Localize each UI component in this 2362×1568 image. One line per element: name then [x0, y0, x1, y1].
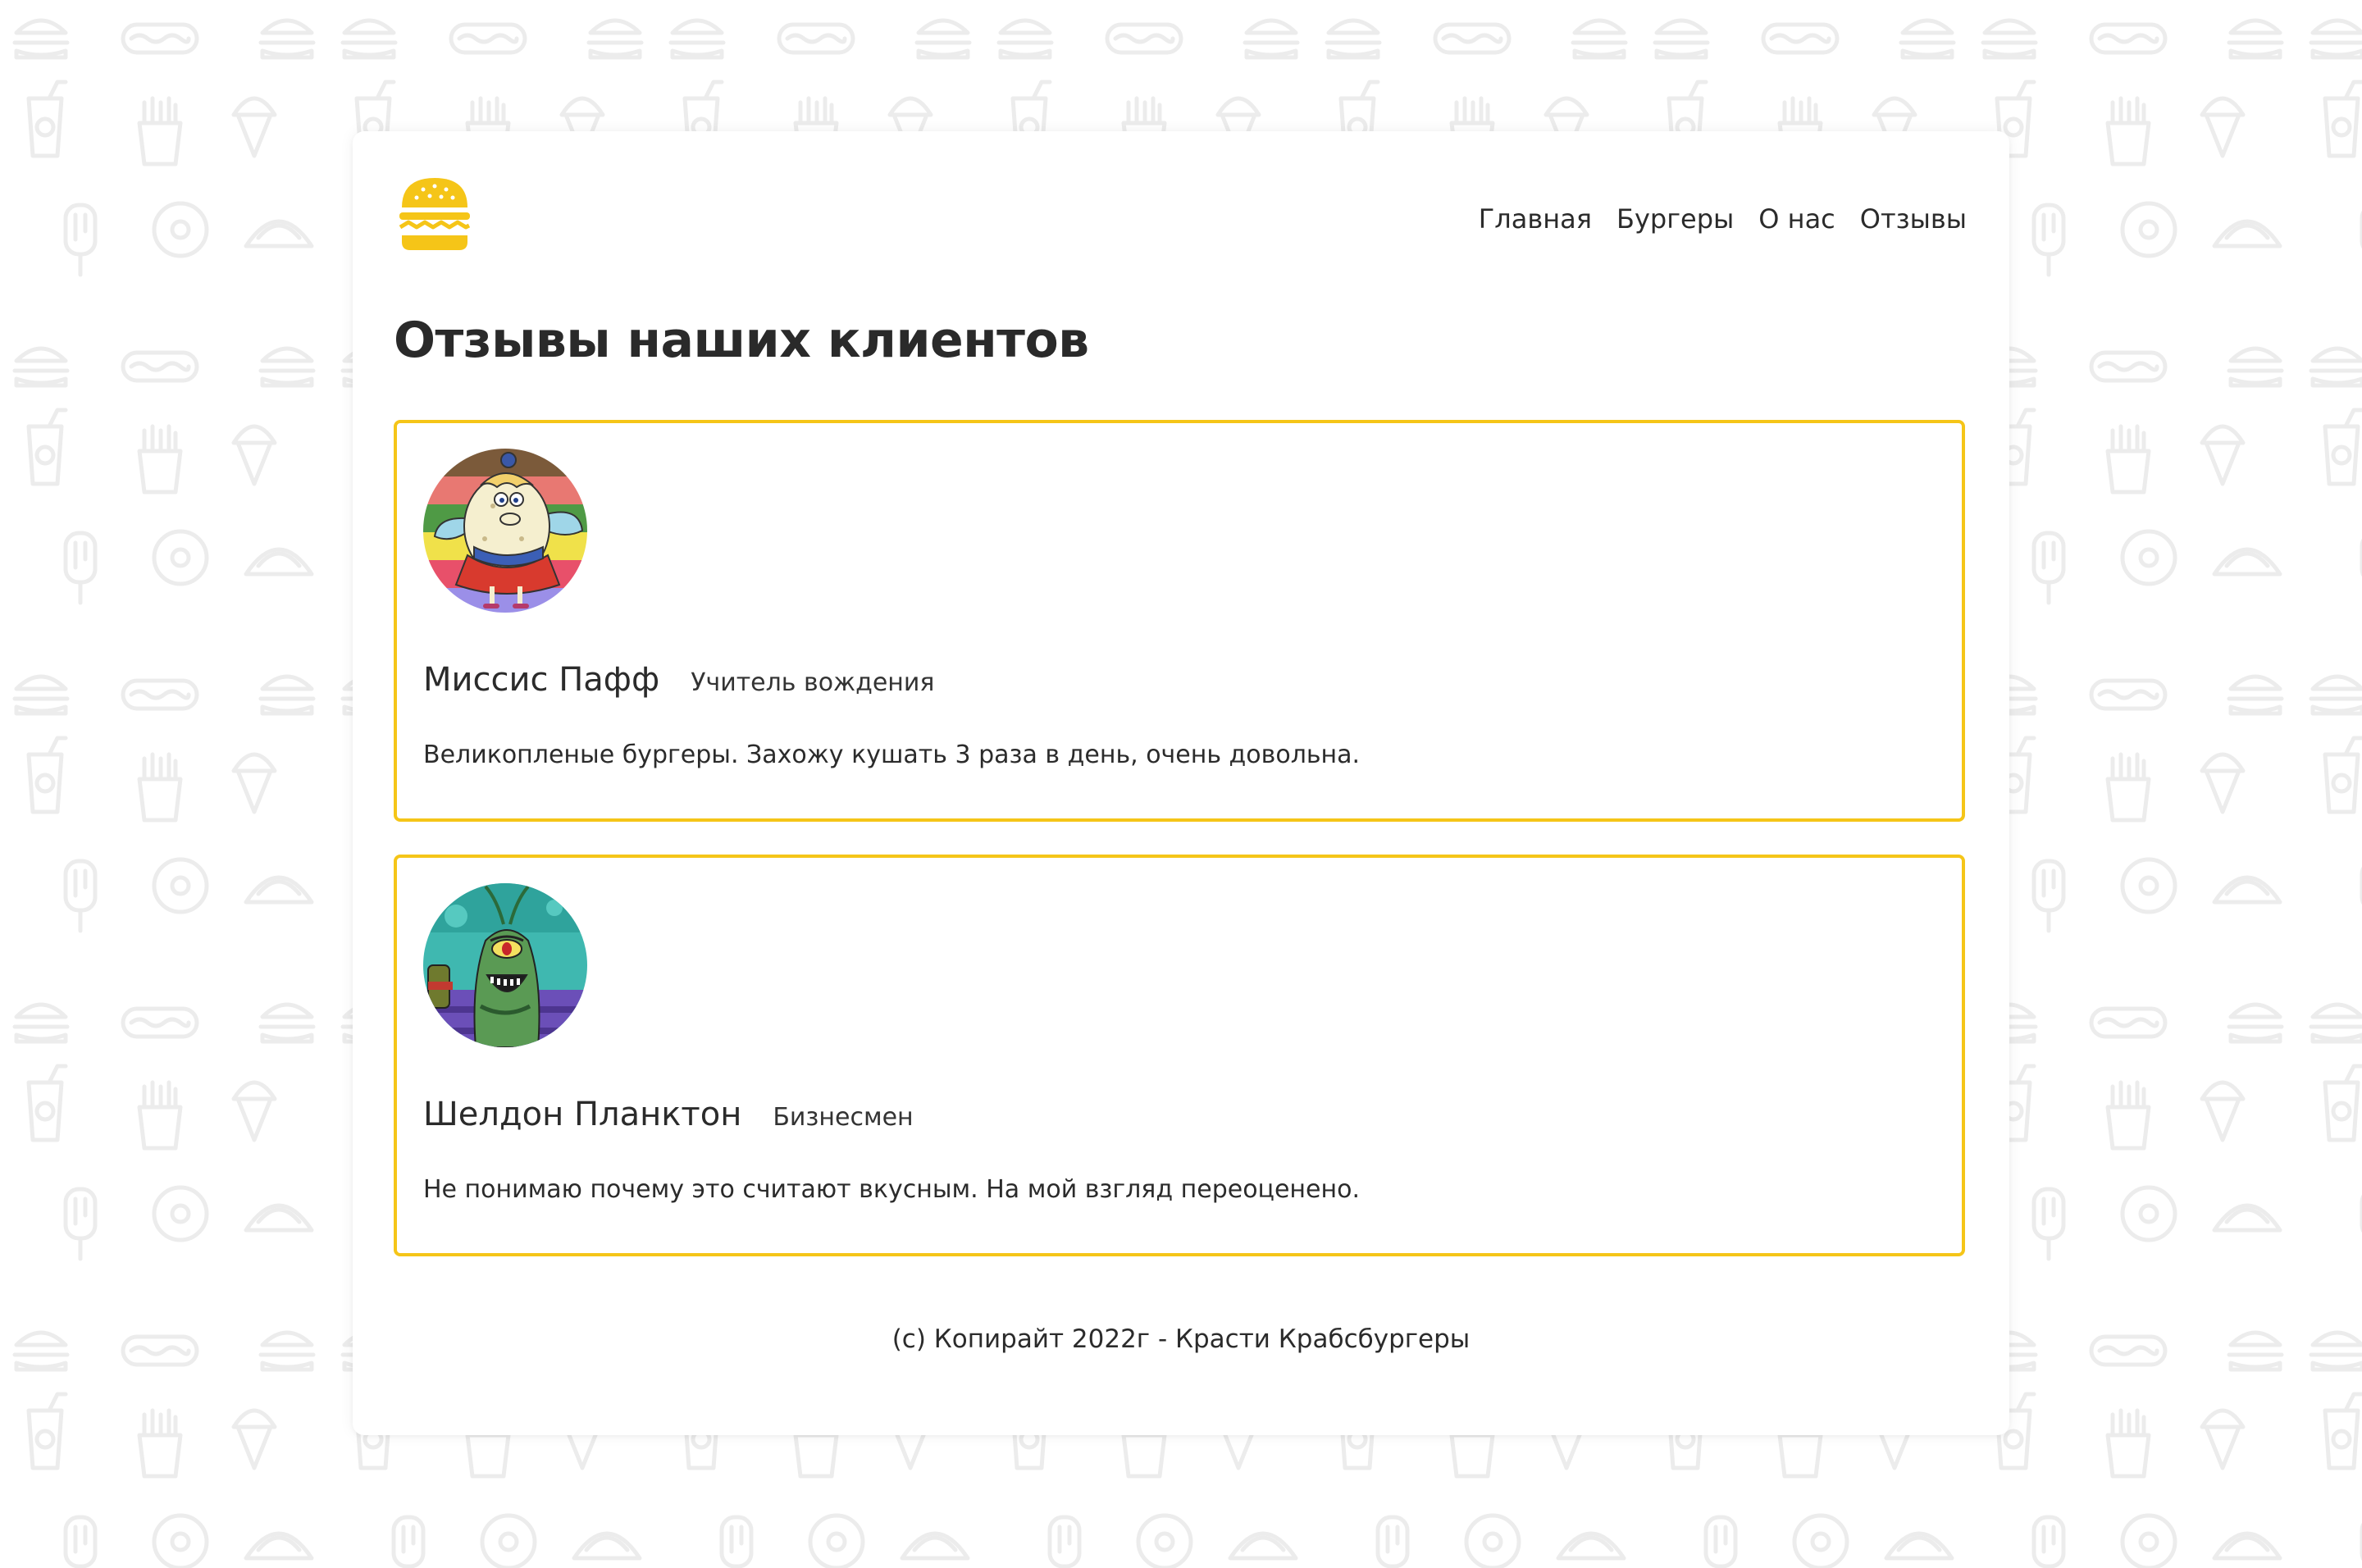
nav-link-burgers[interactable]: Бургеры — [1616, 203, 1734, 235]
reviewer-role: Бизнесмен — [773, 1103, 914, 1132]
burger-icon[interactable] — [397, 175, 472, 253]
reviewer-name: Шелдон Планктон — [423, 1096, 742, 1133]
footer-copyright: (c) Копирайт 2022г - Красти Крабсбургеры — [891, 1324, 1471, 1354]
main-nav: Главная Бургеры О нас Отзывы — [1479, 203, 1967, 235]
review-text: Великопленые бургеры. Захожу кушать 3 ра… — [423, 741, 1361, 769]
reviewer-info: Миссис Пафф Учитель вождения — [423, 661, 934, 699]
reviewer-role: Учитель вождения — [691, 668, 935, 697]
nav-link-about[interactable]: О нас — [1758, 203, 1835, 235]
review-card: Шелдон Планктон Бизнесмен Не понимаю поч… — [394, 855, 1965, 1256]
nav-link-reviews[interactable]: Отзывы — [1860, 203, 1967, 235]
page-title: Отзывы наших клиентов — [394, 312, 1089, 369]
review-card: Миссис Пафф Учитель вождения Великоплены… — [394, 420, 1965, 822]
content-card: Главная Бургеры О нас Отзывы Отзывы наши… — [353, 131, 2009, 1435]
review-text: Не понимаю почему это считают вкусным. Н… — [423, 1175, 1361, 1204]
reviewer-name: Миссис Пафф — [423, 661, 660, 699]
mrs-puff-avatar — [423, 449, 587, 613]
nav-link-home[interactable]: Главная — [1479, 203, 1592, 235]
plankton-avatar — [423, 883, 587, 1047]
reviewer-info: Шелдон Планктон Бизнесмен — [423, 1096, 914, 1133]
